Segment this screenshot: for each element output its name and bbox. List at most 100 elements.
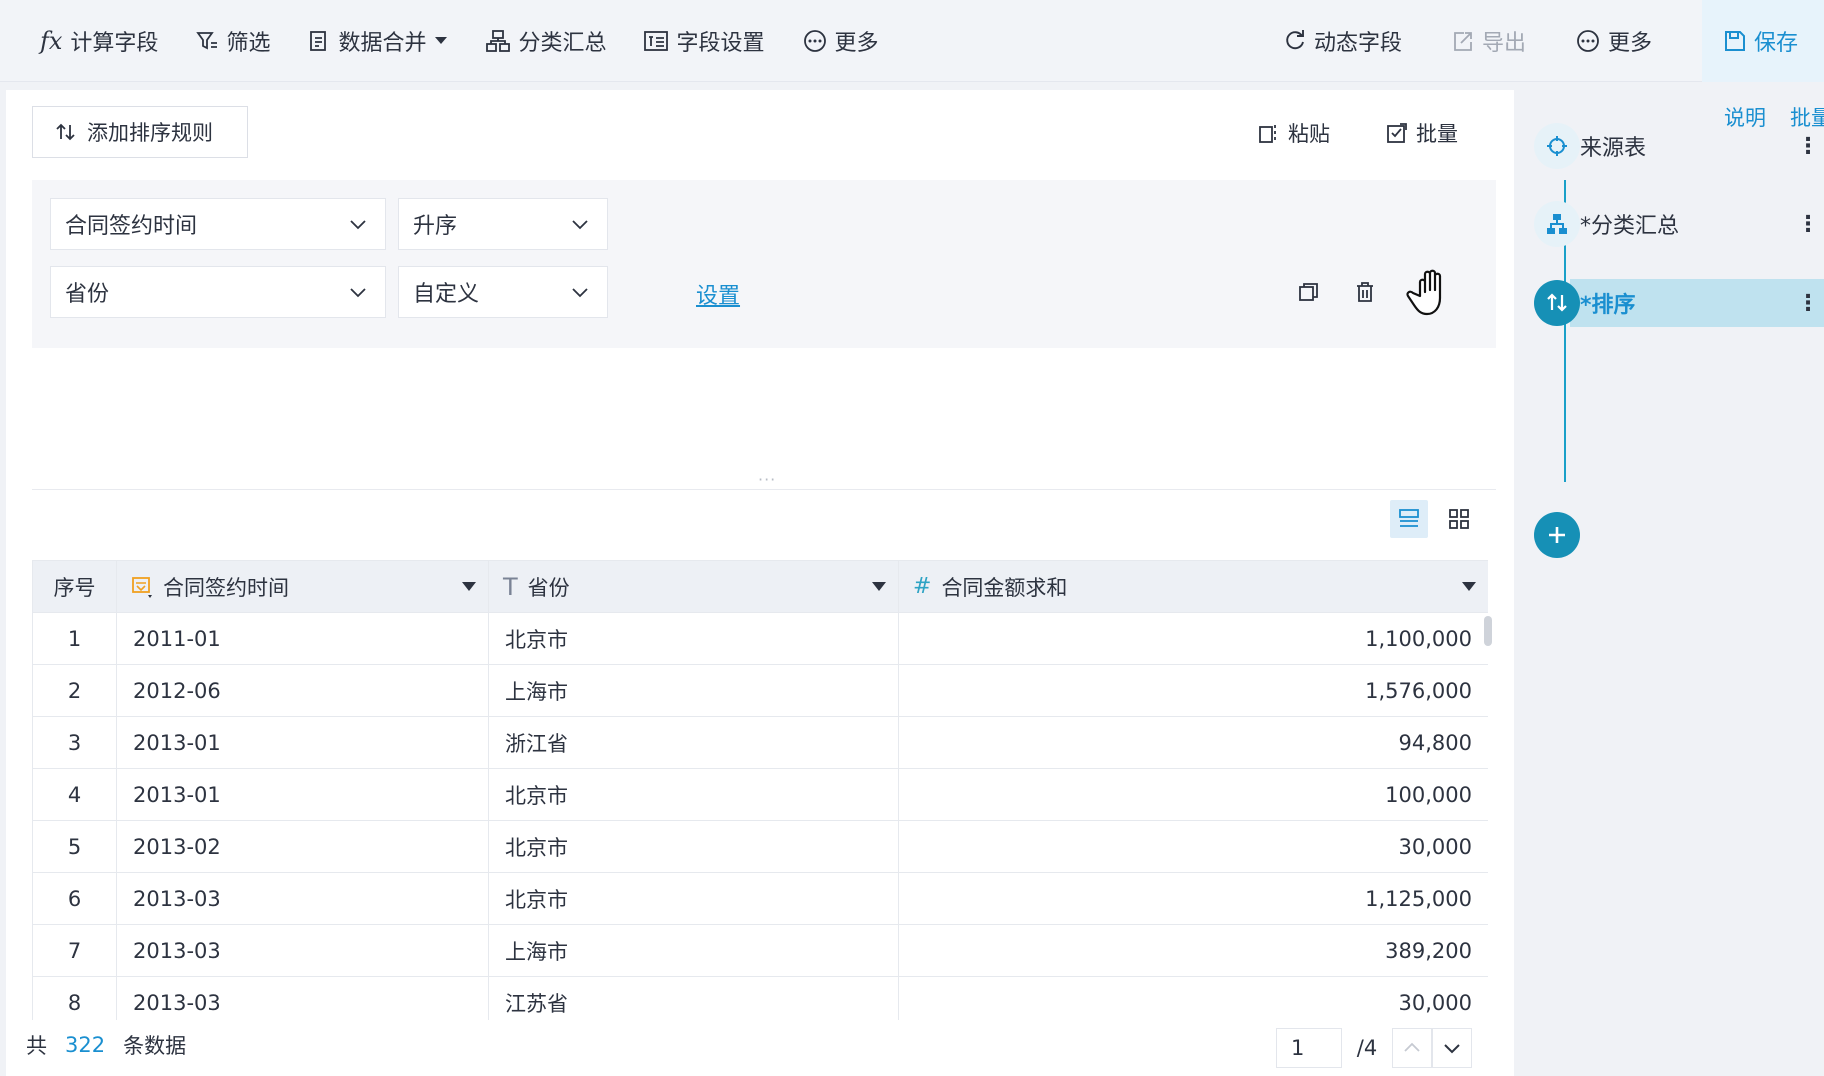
source-icon (1534, 123, 1580, 169)
delete-rule-button[interactable] (1350, 274, 1380, 310)
table-scrollbar[interactable] (1484, 616, 1492, 646)
chevron-down-icon (1444, 1044, 1460, 1054)
add-sort-rule-button[interactable]: 添加排序规则 (32, 106, 248, 158)
rule2-settings-link[interactable]: 设置 (696, 278, 740, 310)
calc-field-button[interactable]: fx 计算字段 (40, 0, 158, 82)
table-row: 7 2013-03 上海市 389,200 (32, 924, 1488, 977)
group-summary-button[interactable]: 分类汇总 (486, 0, 606, 82)
cell-amount: 94,800 (898, 716, 1488, 769)
save-icon (1724, 30, 1745, 51)
paste-button[interactable]: 粘贴 (1258, 118, 1330, 148)
next-page-button[interactable] (1432, 1028, 1472, 1068)
col-header-date-label: 合同签约时间 (163, 575, 289, 600)
hand-cursor-icon (1406, 269, 1442, 316)
chevron-down-icon (350, 220, 366, 230)
list-view-icon (1399, 509, 1419, 527)
sort-rules-list: 合同签约时间 升序 省份 自定义 设置 (32, 180, 1496, 348)
calc-field-label: 计算字段 (70, 30, 159, 56)
step-source-table[interactable]: 来源表 ⋮ (1534, 122, 1824, 170)
copy-icon (1299, 283, 1318, 301)
save-button[interactable]: 保存 (1701, 0, 1824, 82)
list-view-button[interactable] (1390, 500, 1428, 538)
rule1-order-select[interactable]: 升序 (398, 198, 608, 250)
field-settings-button[interactable]: 字段设置 (644, 0, 765, 82)
grid-view-icon (1449, 509, 1469, 529)
date-type-icon (132, 576, 152, 598)
more-circle-icon (803, 29, 826, 52)
panel-actions: 粘贴 批量 (1258, 118, 1458, 148)
col-header-date[interactable]: 合同签约时间 (116, 560, 489, 613)
cell-index: 8 (32, 976, 117, 1020)
filter-button[interactable]: 筛选 (196, 0, 270, 82)
cell-province: 北京市 (488, 612, 899, 665)
rule1-field-select[interactable]: 合同签约时间 (50, 198, 386, 250)
record-count-prefix: 共 (26, 1034, 47, 1058)
column-menu-caret[interactable] (462, 582, 476, 591)
record-count-suffix: 条数据 (123, 1034, 187, 1058)
table-row: 4 2013-01 北京市 100,000 (32, 768, 1488, 821)
cell-date: 2013-01 (116, 716, 489, 769)
col-header-province[interactable]: T 省份 (488, 560, 899, 613)
divider (32, 489, 1496, 490)
merge-icon (310, 30, 327, 51)
field-settings-icon (644, 30, 669, 51)
col-header-amount-label: 合同金额求和 (941, 575, 1068, 600)
trash-icon (1357, 282, 1373, 302)
batch-button[interactable]: 批量 (1386, 118, 1458, 148)
cell-amount: 389,200 (898, 924, 1488, 977)
dropdown-caret-icon (435, 36, 448, 44)
cell-amount: 1,125,000 (898, 872, 1488, 925)
column-menu-caret[interactable] (872, 582, 886, 591)
cell-province: 北京市 (488, 820, 899, 873)
copy-rule-button[interactable] (1294, 274, 1324, 310)
view-toggle (1390, 500, 1478, 538)
cell-amount: 1,576,000 (898, 664, 1488, 717)
fx-icon: fx (40, 26, 63, 55)
group-icon (486, 29, 511, 52)
col-header-amount[interactable]: # 合同金额求和 (898, 560, 1488, 613)
step-more-icon[interactable]: ⋮ (1796, 134, 1820, 159)
cell-date: 2012-06 (116, 664, 489, 717)
grid-view-button[interactable] (1440, 500, 1478, 538)
step-group-summary[interactable]: *分类汇总 ⋮ (1534, 200, 1824, 248)
page-number-input[interactable]: 1 (1276, 1028, 1342, 1068)
step-label: *分类汇总 (1580, 214, 1680, 239)
pagination: 1 /4 (1276, 1028, 1472, 1068)
merge-button[interactable]: 数据合并 (308, 0, 448, 82)
add-step-button[interactable] (1534, 512, 1580, 558)
cell-date: 2013-03 (116, 976, 489, 1020)
cell-date: 2011-01 (116, 612, 489, 665)
toolbar-right: 动态字段 导出 更多 保存 (1284, 0, 1824, 82)
step-sort[interactable]: *排序 ⋮ (1534, 279, 1824, 327)
more-left-button[interactable]: 更多 (803, 0, 879, 82)
dynamic-field-label: 动态字段 (1313, 30, 1402, 56)
toolbar-left: fx 计算字段 筛选 数据合并 分类汇总 字段设置 更多 (0, 0, 879, 82)
cell-index: 4 (32, 768, 117, 821)
col-header-index: 序号 (32, 560, 117, 613)
column-menu-caret[interactable] (1462, 582, 1476, 591)
toolbar: fx 计算字段 筛选 数据合并 分类汇总 字段设置 更多 动态字段 导出 更多 … (0, 0, 1824, 82)
merge-label: 数据合并 (338, 30, 427, 56)
step-more-icon[interactable]: ⋮ (1796, 291, 1820, 316)
cell-date: 2013-02 (116, 820, 489, 873)
table-row: 2 2012-06 上海市 1,576,000 (32, 664, 1488, 717)
paste-icon (1259, 125, 1276, 143)
resize-handle[interactable]: ··· (758, 470, 776, 489)
step-more-icon[interactable]: ⋮ (1796, 212, 1820, 237)
drag-rule-handle[interactable] (1406, 269, 1456, 316)
dynamic-field-button[interactable]: 动态字段 (1284, 0, 1402, 82)
table-row: 3 2013-01 浙江省 94,800 (32, 716, 1488, 769)
batch-label: 批量 (1416, 122, 1458, 146)
filter-label: 筛选 (226, 30, 271, 56)
cell-province: 北京市 (488, 872, 899, 925)
cell-index: 5 (32, 820, 117, 873)
more-right-button[interactable]: 更多 (1576, 0, 1652, 82)
col-header-province-label: 省份 (527, 575, 570, 600)
text-type-icon: T (503, 572, 518, 601)
prev-page-button[interactable] (1392, 1028, 1432, 1068)
table-row: 1 2011-01 北京市 1,100,000 (32, 612, 1488, 665)
cell-amount: 30,000 (898, 976, 1488, 1020)
cell-amount: 30,000 (898, 820, 1488, 873)
steps-panel: 说明 批量 来源表 ⋮ *分类汇总 ⋮ *排序 ⋮ (1522, 90, 1824, 1076)
export-button[interactable]: 导出 (1452, 0, 1526, 82)
